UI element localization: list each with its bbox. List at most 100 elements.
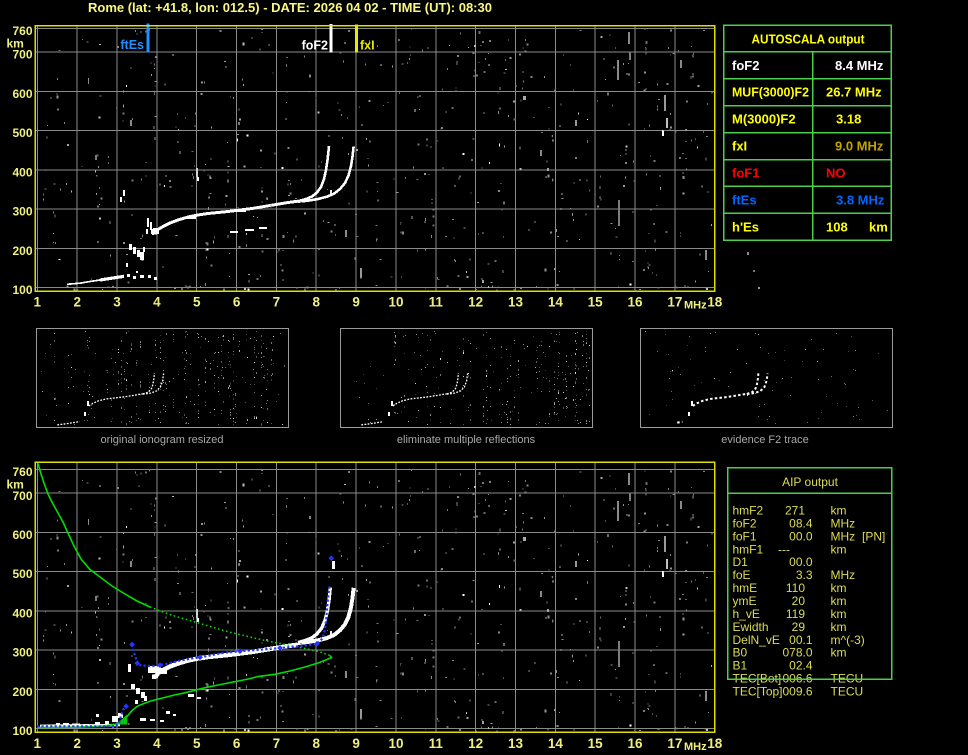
svg-text:AUTOSCALA output: AUTOSCALA output xyxy=(752,32,866,47)
svg-text:12: 12 xyxy=(468,736,483,751)
svg-text:26.7 MHz: 26.7 MHz xyxy=(826,85,882,100)
svg-text:foF1: foF1 xyxy=(733,529,757,543)
svg-text:17: 17 xyxy=(667,295,682,310)
svg-text:10: 10 xyxy=(388,295,403,310)
svg-text:29: 29 xyxy=(792,620,806,634)
svg-text:km: km xyxy=(831,646,847,660)
svg-text:MHz: MHz xyxy=(831,568,856,582)
svg-text:foF2: foF2 xyxy=(732,58,759,73)
svg-text:9.0 MHz: 9.0 MHz xyxy=(835,139,884,154)
svg-text:11: 11 xyxy=(429,736,444,751)
svg-text:TECU: TECU xyxy=(831,685,864,699)
svg-text:18: 18 xyxy=(707,736,723,751)
svg-text:foE: foE xyxy=(733,568,751,582)
svg-text:16: 16 xyxy=(627,736,643,751)
svg-text:foF2: foF2 xyxy=(733,516,757,530)
svg-text:km: km xyxy=(831,581,847,595)
svg-text:km: km xyxy=(831,594,847,608)
svg-text:14: 14 xyxy=(548,736,564,751)
svg-text:MHz: MHz xyxy=(684,741,707,753)
svg-text:Ewidth: Ewidth xyxy=(733,620,769,634)
svg-text:h'Es: h'Es xyxy=(732,219,759,234)
svg-text:271: 271 xyxy=(785,504,805,518)
svg-text:foF1: foF1 xyxy=(732,166,759,181)
svg-text:3.8 MHz: 3.8 MHz xyxy=(836,192,885,207)
svg-text:8: 8 xyxy=(312,736,320,751)
svg-text:7: 7 xyxy=(273,295,281,310)
svg-text:16: 16 xyxy=(627,295,643,310)
svg-text:ftEs: ftEs xyxy=(120,38,144,52)
svg-text:Rome (lat: +41.8, lon: 012.5): Rome (lat: +41.8, lon: 012.5) - DATE: 20… xyxy=(88,0,492,15)
svg-text:km: km xyxy=(831,620,847,634)
svg-text:12: 12 xyxy=(468,295,483,310)
svg-text:8: 8 xyxy=(312,295,320,310)
svg-text:1: 1 xyxy=(34,295,42,310)
svg-text:ftEs: ftEs xyxy=(732,192,757,207)
svg-text:NO: NO xyxy=(826,166,846,181)
svg-text:---: --- xyxy=(778,542,790,556)
svg-text:fxI: fxI xyxy=(732,139,747,154)
svg-text:7: 7 xyxy=(273,736,281,751)
svg-text:300: 300 xyxy=(12,205,32,219)
svg-text:14: 14 xyxy=(548,295,564,310)
svg-text:DelN_vE: DelN_vE xyxy=(733,633,780,647)
svg-text:km: km xyxy=(7,37,24,51)
svg-text:AIP output: AIP output xyxy=(782,475,838,489)
svg-text:13: 13 xyxy=(508,736,524,751)
svg-text:D1: D1 xyxy=(733,555,749,569)
svg-text:20: 20 xyxy=(792,594,806,608)
svg-text:600: 600 xyxy=(12,87,32,101)
svg-text:15: 15 xyxy=(588,736,604,751)
svg-text:6: 6 xyxy=(233,295,241,310)
svg-text:15: 15 xyxy=(588,295,604,310)
svg-text:200: 200 xyxy=(12,685,32,699)
svg-text:17: 17 xyxy=(667,736,682,751)
svg-text:km: km xyxy=(831,504,847,518)
svg-text:10: 10 xyxy=(388,736,403,751)
svg-text:h_vE: h_vE xyxy=(733,607,760,621)
svg-text:119: 119 xyxy=(786,607,805,621)
svg-text:00.0: 00.0 xyxy=(789,529,813,543)
svg-text:400: 400 xyxy=(12,607,32,621)
svg-text:3.3: 3.3 xyxy=(796,568,813,582)
svg-text:00.0: 00.0 xyxy=(789,555,813,569)
svg-text:2: 2 xyxy=(73,295,81,310)
svg-text:8.4 MHz: 8.4 MHz xyxy=(835,58,884,73)
svg-text:original ionogram resized: original ionogram resized xyxy=(101,434,224,446)
svg-text:evidence F2 trace: evidence F2 trace xyxy=(721,434,808,446)
svg-text:MUF(3000)F2: MUF(3000)F2 xyxy=(732,85,809,100)
svg-text:2: 2 xyxy=(73,736,81,751)
svg-text:100: 100 xyxy=(12,724,32,738)
svg-text:200: 200 xyxy=(12,244,32,258)
svg-text:08.4: 08.4 xyxy=(789,516,813,530)
svg-text:078.0: 078.0 xyxy=(782,646,812,660)
svg-text:ymE: ymE xyxy=(733,594,757,608)
svg-text:5: 5 xyxy=(193,295,201,310)
svg-text:hmE: hmE xyxy=(733,581,758,595)
svg-text:500: 500 xyxy=(12,126,32,140)
svg-text:M(3000)F2: M(3000)F2 xyxy=(732,112,796,127)
svg-text:hmF2: hmF2 xyxy=(733,504,764,518)
svg-text:km: km xyxy=(831,607,847,621)
svg-text:500: 500 xyxy=(12,567,32,581)
svg-text:km: km xyxy=(7,478,24,492)
svg-text:18: 18 xyxy=(707,295,723,310)
svg-text:hmF1: hmF1 xyxy=(733,542,764,556)
svg-text:[PN]: [PN] xyxy=(862,529,885,543)
svg-text:02.4: 02.4 xyxy=(789,659,813,673)
svg-text:6: 6 xyxy=(233,736,241,751)
svg-text:3: 3 xyxy=(113,295,121,310)
svg-text:TEC[Top]: TEC[Top] xyxy=(733,685,783,699)
svg-text:MHz: MHz xyxy=(684,300,707,312)
svg-text:400: 400 xyxy=(12,165,32,179)
svg-text:00.1: 00.1 xyxy=(789,633,813,647)
svg-text:110: 110 xyxy=(786,581,805,595)
svg-text:eliminate multiple reflections: eliminate multiple reflections xyxy=(397,434,536,446)
svg-text:108: 108 xyxy=(826,219,848,234)
svg-text:B0: B0 xyxy=(733,646,748,660)
svg-text:MHz: MHz xyxy=(831,529,856,543)
svg-text:13: 13 xyxy=(508,295,524,310)
svg-text:9: 9 xyxy=(352,736,360,751)
svg-text:11: 11 xyxy=(429,295,444,310)
svg-text:4: 4 xyxy=(153,736,161,751)
